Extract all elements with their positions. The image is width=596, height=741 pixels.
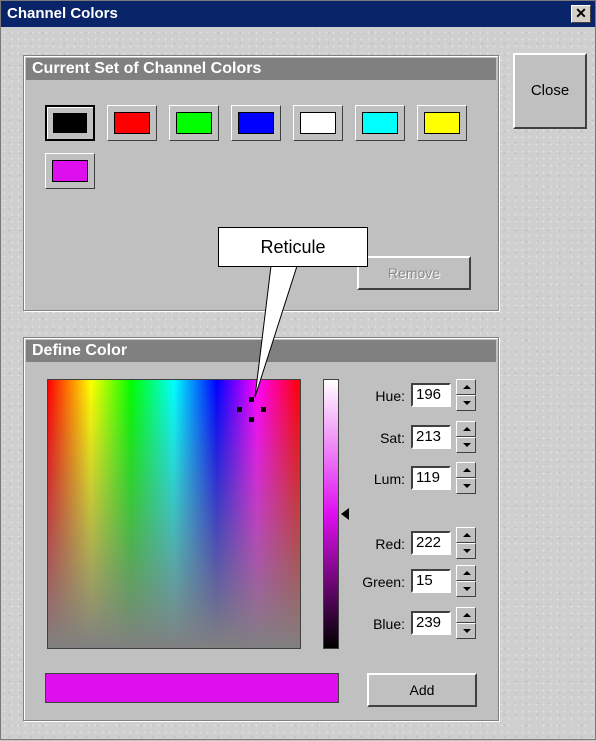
title-bar: Channel Colors ✕	[1, 1, 595, 27]
hue-label: Hue:	[375, 388, 405, 404]
hue-spinner[interactable]	[456, 379, 476, 411]
color-preview	[45, 673, 339, 703]
sat-field[interactable]: 213	[411, 425, 451, 449]
hue-down-icon[interactable]	[456, 395, 476, 411]
red-label: Red:	[375, 536, 405, 552]
green-field[interactable]: 15	[411, 569, 451, 593]
red-up-icon[interactable]	[456, 527, 476, 543]
blue-label: Blue:	[373, 616, 405, 632]
channel-colors-window: Channel Colors ✕ Current Set of Channel …	[0, 0, 596, 740]
swatch-fill	[114, 112, 150, 134]
swatch-white[interactable]	[293, 105, 343, 141]
lum-spinner[interactable]	[456, 462, 476, 494]
green-label: Green:	[362, 574, 405, 590]
sat-down-icon[interactable]	[456, 437, 476, 453]
swatch-fill	[53, 113, 87, 133]
reticule-callout: Reticule	[218, 227, 368, 267]
lum-label: Lum:	[373, 471, 405, 487]
lum-down-icon[interactable]	[456, 478, 476, 494]
lum-up-icon[interactable]	[456, 462, 476, 478]
add-button[interactable]: Add	[367, 673, 477, 707]
red-down-icon[interactable]	[456, 543, 476, 559]
remove-button[interactable]: Remove	[357, 256, 471, 290]
hue-field[interactable]: 196	[411, 383, 451, 407]
reticule-icon[interactable]	[237, 397, 267, 423]
red-spinner[interactable]	[456, 527, 476, 559]
red-field[interactable]: 222	[411, 531, 451, 555]
green-spinner[interactable]	[456, 565, 476, 597]
swatch-blue[interactable]	[231, 105, 281, 141]
sat-label: Sat:	[380, 430, 405, 446]
lum-field[interactable]: 119	[411, 466, 451, 490]
blue-down-icon[interactable]	[456, 623, 476, 639]
window-close-icon[interactable]: ✕	[571, 5, 591, 23]
window-title: Channel Colors	[7, 5, 118, 22]
swatch-fill	[52, 160, 88, 182]
luminance-slider[interactable]	[323, 379, 339, 649]
sat-up-icon[interactable]	[456, 421, 476, 437]
blue-up-icon[interactable]	[456, 607, 476, 623]
swatch-fill	[238, 112, 274, 134]
blue-spinner[interactable]	[456, 607, 476, 639]
swatch-green[interactable]	[169, 105, 219, 141]
swatch-black[interactable]	[45, 105, 95, 141]
swatch-red[interactable]	[107, 105, 157, 141]
current-set-header: Current Set of Channel Colors	[26, 58, 496, 80]
luminance-pointer-icon[interactable]	[341, 508, 349, 520]
swatch-magenta[interactable]	[45, 153, 95, 189]
sat-spinner[interactable]	[456, 421, 476, 453]
swatch-fill	[300, 112, 336, 134]
blue-field[interactable]: 239	[411, 611, 451, 635]
swatch-fill	[362, 112, 398, 134]
close-button[interactable]: Close	[513, 53, 587, 129]
hue-up-icon[interactable]	[456, 379, 476, 395]
swatch-fill	[176, 112, 212, 134]
green-up-icon[interactable]	[456, 565, 476, 581]
swatch-fill	[424, 112, 460, 134]
swatch-cyan[interactable]	[355, 105, 405, 141]
define-color-header: Define Color	[26, 340, 496, 362]
swatch-yellow[interactable]	[417, 105, 467, 141]
green-down-icon[interactable]	[456, 581, 476, 597]
